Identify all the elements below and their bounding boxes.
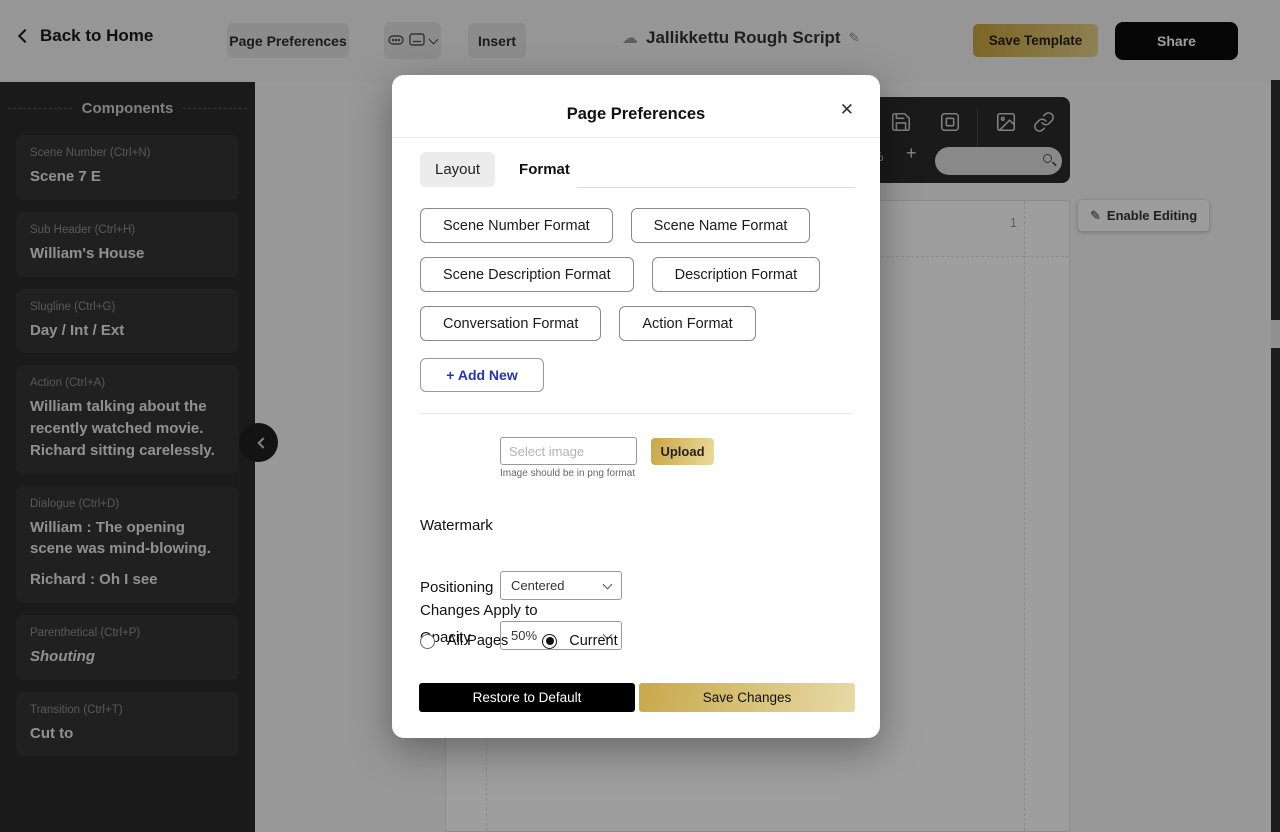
restore-default-button[interactable]: Restore to Default [419, 683, 635, 712]
modal-title: Page Preferences [392, 105, 880, 124]
modal-tabs: Layout Format [420, 150, 570, 188]
radio-unchecked-icon [420, 634, 435, 649]
format-row: Scene Number Format Scene Name Format [420, 208, 852, 243]
action-format-button[interactable]: Action Format [619, 306, 755, 341]
scene-name-format-button[interactable]: Scene Name Format [631, 208, 811, 243]
positioning-value: Centered [511, 578, 564, 593]
close-icon[interactable]: ✕ [840, 101, 854, 118]
format-row: Conversation Format Action Format [420, 306, 852, 341]
upload-button[interactable]: Upload [651, 438, 714, 465]
positioning-label: Positioning [420, 579, 493, 596]
watermark-file-input[interactable] [500, 437, 637, 465]
page-preferences-modal: Page Preferences ✕ Layout Format Scene N… [392, 75, 880, 738]
description-format-button[interactable]: Description Format [652, 257, 820, 292]
positioning-select[interactable]: Centered [500, 571, 622, 600]
radio-all-pages[interactable]: All Pages [420, 633, 508, 649]
all-pages-label: All Pages [447, 633, 508, 649]
tab-underline [577, 187, 855, 188]
conversation-format-button[interactable]: Conversation Format [420, 306, 601, 341]
modal-header-divider [392, 137, 880, 138]
app-root: Back to Home Page Preferences Insert ☁ J… [0, 0, 1280, 832]
modal-footer: Restore to Default Save Changes [419, 683, 855, 712]
chevron-down-icon [603, 579, 613, 589]
radio-current[interactable]: Current [542, 633, 617, 649]
radio-checked-icon [542, 634, 557, 649]
scene-description-format-button[interactable]: Scene Description Format [420, 257, 634, 292]
format-row: Scene Description Format Description For… [420, 257, 852, 292]
watermark-label: Watermark [420, 517, 493, 534]
tab-format[interactable]: Format [519, 161, 570, 178]
tab-layout[interactable]: Layout [420, 152, 495, 187]
scene-number-format-button[interactable]: Scene Number Format [420, 208, 613, 243]
watermark-hint: Image should be in png format [500, 468, 635, 479]
modal-section-divider [420, 413, 852, 414]
format-button-grid: Scene Number Format Scene Name Format Sc… [420, 208, 852, 341]
changes-apply-label: Changes Apply to [420, 602, 538, 619]
save-changes-button[interactable]: Save Changes [639, 683, 855, 712]
add-new-format-button[interactable]: + Add New [420, 358, 544, 392]
current-label: Current [569, 633, 617, 649]
apply-to-radio-group: All Pages Current [420, 633, 618, 649]
